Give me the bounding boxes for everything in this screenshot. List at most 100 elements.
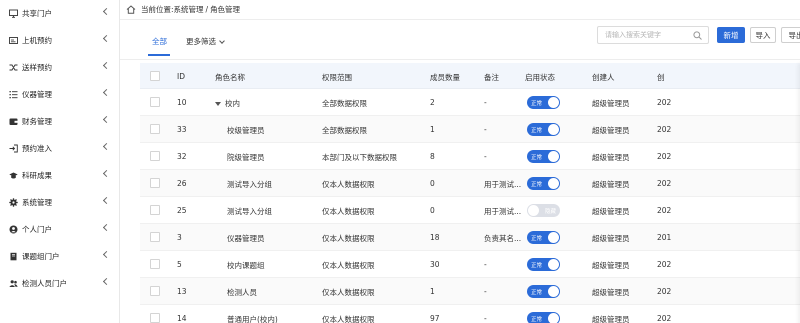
table-row: 13 检测人员 仅本人数据权限 1 - 正常 超级管理员 202	[140, 278, 800, 305]
role-name: 院级管理员	[227, 153, 265, 162]
user-group-icon	[8, 279, 18, 289]
cell-name: 院级管理员	[227, 152, 265, 163]
sidebar-item-label: 预约准入	[22, 144, 52, 153]
status-toggle[interactable]: 隐藏	[527, 204, 560, 217]
sidebar-item-7[interactable]: 科研成果	[0, 162, 119, 189]
tab-more-filters[interactable]: 更多筛选	[186, 36, 225, 47]
status-toggle[interactable]: 正常	[527, 123, 560, 136]
sidebar-item-label: 仪器管理	[22, 90, 52, 99]
active-tab-indicator	[148, 54, 170, 56]
select-all-checkbox[interactable]	[150, 71, 160, 81]
header-id[interactable]: ID	[177, 72, 185, 81]
status-toggle-label: 正常	[531, 101, 543, 107]
cell-scope: 仅本人数据权限	[322, 315, 375, 323]
cell-created: 202	[657, 125, 672, 134]
sidebar-item-label: 个人门户	[22, 225, 52, 234]
row-checkbox[interactable]	[150, 178, 160, 188]
cell-remark: 用于测试...	[484, 180, 522, 189]
import-button[interactable]: 导入	[750, 27, 776, 43]
header-created[interactable]: 创	[657, 72, 665, 83]
row-checkbox[interactable]	[150, 286, 160, 296]
header-creator[interactable]: 创建人	[592, 72, 615, 83]
status-toggle-label: 正常	[531, 317, 543, 323]
status-toggle[interactable]: 正常	[527, 258, 560, 271]
sidebar-item-label: 系统管理	[22, 198, 52, 207]
sidebar-item-2[interactable]: 上机预约	[0, 27, 119, 54]
sidebar-item-6[interactable]: 预约准入	[0, 135, 119, 162]
cell-members: 1	[430, 125, 435, 134]
expand-caret-icon[interactable]	[215, 102, 221, 106]
header-scope[interactable]: 权限范围	[322, 72, 352, 83]
cell-remark: -	[484, 125, 487, 134]
row-checkbox[interactable]	[150, 232, 160, 242]
list-icon	[8, 90, 18, 100]
sidebar-item-5[interactable]: 财务管理	[0, 108, 119, 135]
row-checkbox[interactable]	[150, 124, 160, 134]
row-checkbox[interactable]	[150, 205, 160, 215]
cell-id: 10	[177, 98, 187, 107]
table-row: 14 普通用户(校内) 仅本人数据权限 97 - 正常 超级管理员 202	[140, 305, 800, 323]
cell-scope: 全部数据权限	[322, 99, 367, 108]
cell-created: 202	[657, 314, 672, 323]
status-toggle-label: 正常	[531, 290, 543, 296]
cell-creator: 超级管理员	[592, 207, 630, 216]
home-icon[interactable]	[126, 5, 136, 14]
cell-members: 2	[430, 98, 435, 107]
role-name: 普通用户(校内)	[227, 315, 278, 323]
book-icon	[8, 252, 18, 262]
cell-id: 26	[177, 179, 187, 188]
search-input[interactable]	[605, 31, 695, 39]
sidebar-item-11[interactable]: 检测人员门户	[0, 270, 119, 297]
search-icon[interactable]	[693, 31, 702, 40]
login-icon	[8, 144, 18, 154]
status-toggle[interactable]: 正常	[527, 96, 560, 109]
status-toggle[interactable]: 正常	[527, 177, 560, 190]
cell-id: 13	[177, 287, 187, 296]
status-toggle[interactable]: 正常	[527, 150, 560, 163]
row-checkbox[interactable]	[150, 97, 160, 107]
main-content: 当前位置: 系统管理 / 角色管理 全部 更多筛选 新增 导入 导出	[120, 0, 800, 323]
sidebar-item-9[interactable]: 个人门户	[0, 216, 119, 243]
breadcrumb-parent[interactable]: 系统管理	[174, 4, 204, 15]
status-toggle-label: 正常	[531, 155, 543, 161]
row-checkbox[interactable]	[150, 151, 160, 161]
sidebar-item-label: 课题组门户	[22, 252, 60, 261]
status-toggle[interactable]: 正常	[527, 231, 560, 244]
header-status[interactable]: 启用状态	[525, 72, 555, 83]
cell-members: 1	[430, 287, 435, 296]
tab-all[interactable]: 全部	[152, 36, 167, 47]
header-members[interactable]: 成员数量	[430, 72, 460, 83]
cell-name: 测试导入分组	[227, 179, 272, 190]
sidebar-item-8[interactable]: 系统管理	[0, 189, 119, 216]
sidebar-item-10[interactable]: 课题组门户	[0, 243, 119, 270]
toggle-knob	[548, 313, 559, 323]
cell-creator: 超级管理员	[592, 315, 630, 323]
status-toggle[interactable]: 正常	[527, 285, 560, 298]
export-button[interactable]: 导出	[781, 27, 800, 43]
app-window: 共享门户 上机预约 送样预约 仪器管理 财务管理 预约准入 科研成果 系统管理 个人门户 课题组门…	[0, 0, 800, 323]
cell-creator: 超级管理员	[592, 234, 630, 243]
header-name[interactable]: 角色名称	[215, 72, 245, 83]
status-toggle-label: 正常	[531, 263, 543, 269]
status-toggle-label: 正常	[531, 128, 543, 134]
sidebar-item-1[interactable]: 共享门户	[0, 0, 119, 27]
cell-created: 202	[657, 179, 672, 188]
new-button[interactable]: 新增	[717, 27, 745, 43]
sidebar-item-4[interactable]: 仪器管理	[0, 81, 119, 108]
chevron-down-icon	[219, 37, 225, 44]
header-remark[interactable]: 备注	[484, 72, 499, 83]
cell-members: 30	[430, 260, 440, 269]
table-row: 5 校内课题组 仅本人数据权限 30 - 正常 超级管理员 202	[140, 251, 800, 278]
cell-name: 仪器管理员	[227, 233, 265, 244]
cell-creator: 超级管理员	[592, 261, 630, 270]
status-toggle-label: 隐藏	[544, 209, 556, 215]
row-checkbox[interactable]	[150, 313, 160, 323]
cell-id: 33	[177, 125, 187, 134]
cell-members: 8	[430, 152, 435, 161]
cell-id: 3	[177, 233, 182, 242]
cell-creator: 超级管理员	[592, 153, 630, 162]
cell-scope: 仅本人数据权限	[322, 261, 375, 270]
status-toggle[interactable]: 正常	[527, 312, 560, 323]
row-checkbox[interactable]	[150, 259, 160, 269]
sidebar-item-3[interactable]: 送样预约	[0, 54, 119, 81]
